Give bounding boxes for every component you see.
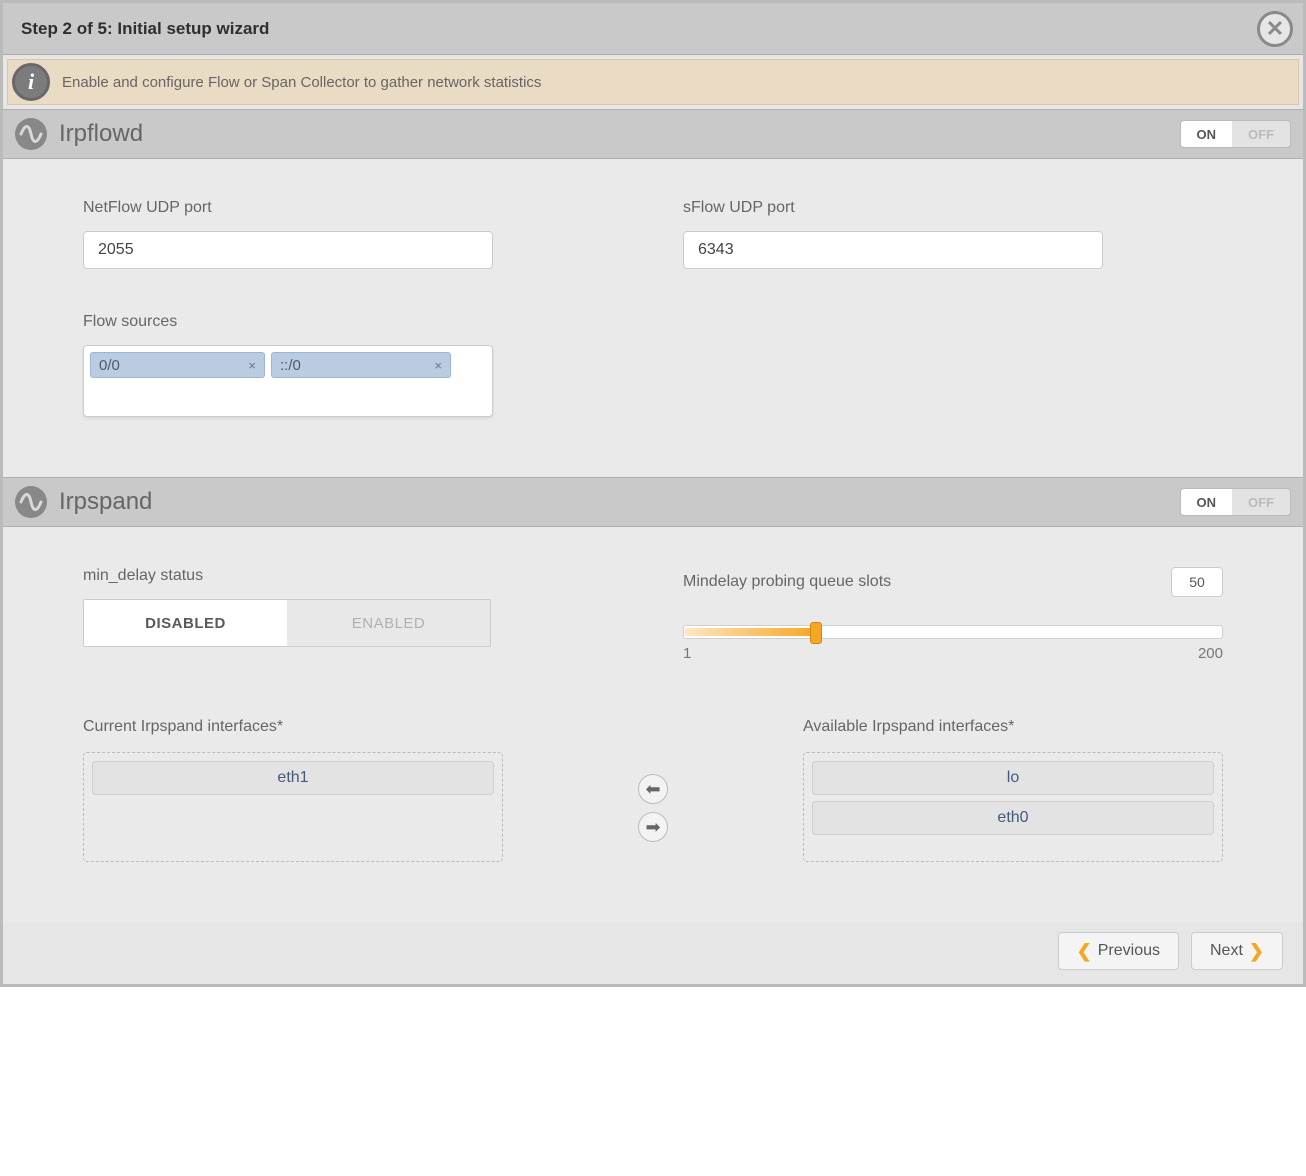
toggle-on[interactable]: ON xyxy=(1181,489,1233,515)
sflow-port-input[interactable] xyxy=(683,231,1103,269)
close-button[interactable]: ✕ xyxy=(1257,11,1293,47)
min-delay-segmented[interactable]: DISABLED ENABLED xyxy=(83,599,491,647)
toggle-on[interactable]: ON xyxy=(1181,121,1233,147)
available-interfaces-label: Available Irpspand interfaces* xyxy=(803,718,1223,736)
remove-tag-icon[interactable]: × xyxy=(248,358,256,373)
irpspand-header: Irpspand ON OFF xyxy=(3,477,1303,527)
interface-item[interactable]: lo xyxy=(812,761,1214,795)
tag-label: 0/0 xyxy=(99,357,120,374)
netflow-port-input[interactable] xyxy=(83,231,493,269)
sflow-port-label: sFlow UDP port xyxy=(683,199,1223,217)
mindelay-slider-label: Mindelay probing queue slots xyxy=(683,573,891,591)
dialog-title: Step 2 of 5: Initial setup wizard xyxy=(21,19,269,39)
min-delay-disabled-button[interactable]: DISABLED xyxy=(84,600,287,646)
previous-button[interactable]: ❮ Previous xyxy=(1058,932,1179,970)
toggle-off[interactable]: OFF xyxy=(1232,489,1290,515)
slider-handle[interactable] xyxy=(810,622,822,644)
min-delay-enabled-button[interactable]: ENABLED xyxy=(287,600,490,646)
remove-tag-icon[interactable]: × xyxy=(434,358,442,373)
flow-sources-label: Flow sources xyxy=(83,313,623,331)
arrow-left-icon: ⬅ xyxy=(645,779,660,800)
flow-source-tag[interactable]: ::/0 × xyxy=(271,352,451,378)
info-banner: i Enable and configure Flow or Span Coll… xyxy=(7,59,1299,105)
info-text: Enable and configure Flow or Span Collec… xyxy=(62,74,541,91)
interface-item[interactable]: eth1 xyxy=(92,761,494,795)
move-right-button[interactable]: ➡ xyxy=(638,812,668,842)
flow-sources-input[interactable]: 0/0 × ::/0 × xyxy=(83,345,493,417)
irpflowd-toggle[interactable]: ON OFF xyxy=(1180,120,1292,148)
slider-min: 1 xyxy=(683,645,691,662)
mindelay-slider[interactable] xyxy=(683,625,1223,639)
chevron-right-icon: ❯ xyxy=(1249,941,1264,962)
next-button[interactable]: Next ❯ xyxy=(1191,932,1283,970)
sine-icon xyxy=(15,118,47,150)
flow-source-tag[interactable]: 0/0 × xyxy=(90,352,265,378)
current-interfaces-label: Current Irpspand interfaces* xyxy=(83,718,503,736)
move-left-button[interactable]: ⬅ xyxy=(638,774,668,804)
current-interfaces-list[interactable]: eth1 xyxy=(83,752,503,862)
irpflowd-header: Irpflowd ON OFF xyxy=(3,109,1303,159)
previous-label: Previous xyxy=(1098,942,1160,960)
next-label: Next xyxy=(1210,942,1243,960)
irpspand-body: min_delay status DISABLED ENABLED Mindel… xyxy=(3,527,1303,922)
slider-fill xyxy=(685,628,817,636)
available-interfaces-list[interactable]: lo eth0 xyxy=(803,752,1223,862)
irpspand-toggle[interactable]: ON OFF xyxy=(1180,488,1292,516)
slider-max: 200 xyxy=(1198,645,1223,662)
close-icon: ✕ xyxy=(1266,18,1284,40)
slider-range-labels: 1 200 xyxy=(683,645,1223,662)
sine-icon xyxy=(15,486,47,518)
irpflowd-body: NetFlow UDP port sFlow UDP port Flow sou… xyxy=(3,159,1303,477)
irpspand-title: Irpspand xyxy=(59,488,1180,516)
info-icon: i xyxy=(12,63,50,101)
arrow-right-icon: ➡ xyxy=(645,817,660,838)
wizard-footer: ❮ Previous Next ❯ xyxy=(3,922,1303,984)
toggle-off[interactable]: OFF xyxy=(1232,121,1290,147)
mindelay-slider-value[interactable]: 50 xyxy=(1171,567,1223,597)
tag-label: ::/0 xyxy=(280,357,301,374)
min-delay-label: min_delay status xyxy=(83,567,623,585)
setup-wizard-dialog: Step 2 of 5: Initial setup wizard ✕ i En… xyxy=(0,0,1306,987)
chevron-left-icon: ❮ xyxy=(1077,941,1092,962)
interface-item[interactable]: eth0 xyxy=(812,801,1214,835)
titlebar: Step 2 of 5: Initial setup wizard ✕ xyxy=(3,3,1303,55)
irpflowd-title: Irpflowd xyxy=(59,120,1180,148)
netflow-port-label: NetFlow UDP port xyxy=(83,199,623,217)
